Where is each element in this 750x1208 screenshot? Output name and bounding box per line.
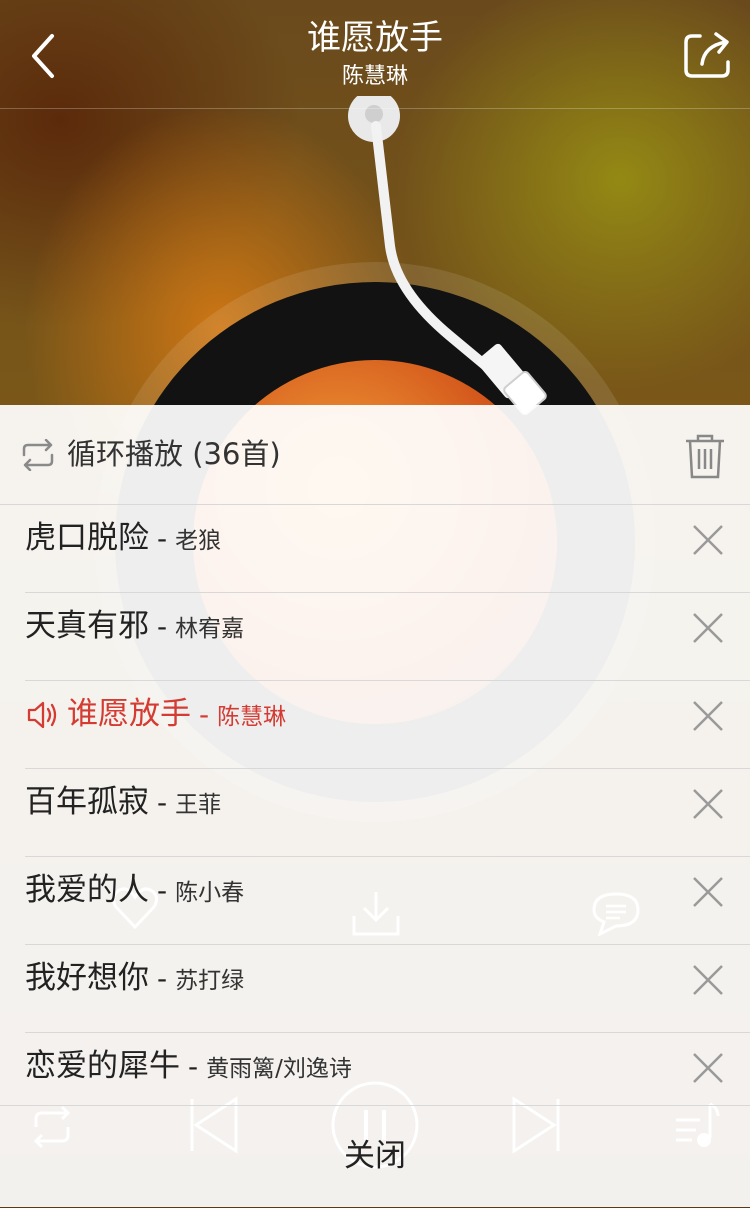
close-icon[interactable] (690, 874, 726, 910)
separator: - (157, 522, 168, 555)
separator: - (157, 610, 168, 643)
playlist-item[interactable]: 百年孤寂 - 王菲 (25, 769, 750, 857)
track-name: 恋爱的犀牛 (25, 1048, 180, 1084)
player-header: 谁愿放手 陈慧琳 (0, 0, 750, 109)
separator: - (157, 874, 168, 907)
track-artist: 老狼 (175, 528, 222, 554)
track-name: 天真有邪 (25, 608, 149, 644)
track-name: 百年孤寂 (25, 784, 149, 820)
track-artist: 陈小春 (175, 880, 245, 906)
speaker-icon (27, 701, 57, 729)
playlist-item[interactable]: 我好想你 - 苏打绿 (25, 945, 750, 1033)
track-name: 谁愿放手 (67, 696, 191, 732)
share-icon[interactable] (682, 30, 734, 82)
track-name: 我好想你 (25, 960, 149, 996)
playlist-item[interactable]: 天真有邪 - 林宥嘉 (25, 593, 750, 681)
song-title: 谁愿放手 (307, 18, 443, 58)
tonearm-icon (348, 96, 547, 416)
separator: - (157, 962, 168, 995)
play-mode-icon[interactable] (20, 439, 56, 471)
close-icon[interactable] (690, 786, 726, 822)
song-artist: 陈慧琳 (341, 64, 408, 89)
track-name: 虎口脱险 (25, 520, 149, 556)
track-name: 我爱的人 (25, 872, 149, 908)
trash-icon[interactable] (684, 433, 726, 479)
play-mode-label[interactable]: 循环播放 (36首) (67, 433, 281, 475)
close-icon[interactable] (690, 610, 726, 646)
track-artist: 王菲 (175, 792, 222, 818)
close-icon[interactable] (690, 1050, 726, 1086)
close-bar[interactable]: 关闭 (0, 1105, 750, 1208)
close-icon[interactable] (690, 522, 726, 558)
close-icon[interactable] (690, 698, 726, 734)
close-button[interactable]: 关闭 (0, 1134, 750, 1178)
playlist-item[interactable]: 虎口脱险 - 老狼 (25, 505, 750, 593)
playlist-sheet: 循环播放 (36首) 虎口脱险 - 老狼 天真有邪 - 林宥嘉 谁愿放手 - 陈慧琳 (0, 405, 750, 1207)
track-artist: 陈慧琳 (217, 704, 287, 730)
playlist-header: 循环播放 (36首) (0, 405, 750, 505)
separator: - (188, 1050, 199, 1083)
separator: - (157, 786, 168, 819)
close-icon[interactable] (690, 962, 726, 998)
playlist-item[interactable]: 我爱的人 - 陈小春 (25, 857, 750, 945)
playlist: 虎口脱险 - 老狼 天真有邪 - 林宥嘉 谁愿放手 - 陈慧琳 百年孤寂 - 王菲 我爱的人 - 陈… (0, 505, 750, 1120)
track-artist: 黄雨篱/刘逸诗 (206, 1056, 352, 1082)
playlist-item-playing[interactable]: 谁愿放手 - 陈慧琳 (25, 681, 750, 769)
track-artist: 林宥嘉 (175, 616, 245, 642)
separator: - (199, 698, 210, 731)
track-artist: 苏打绿 (175, 968, 245, 994)
